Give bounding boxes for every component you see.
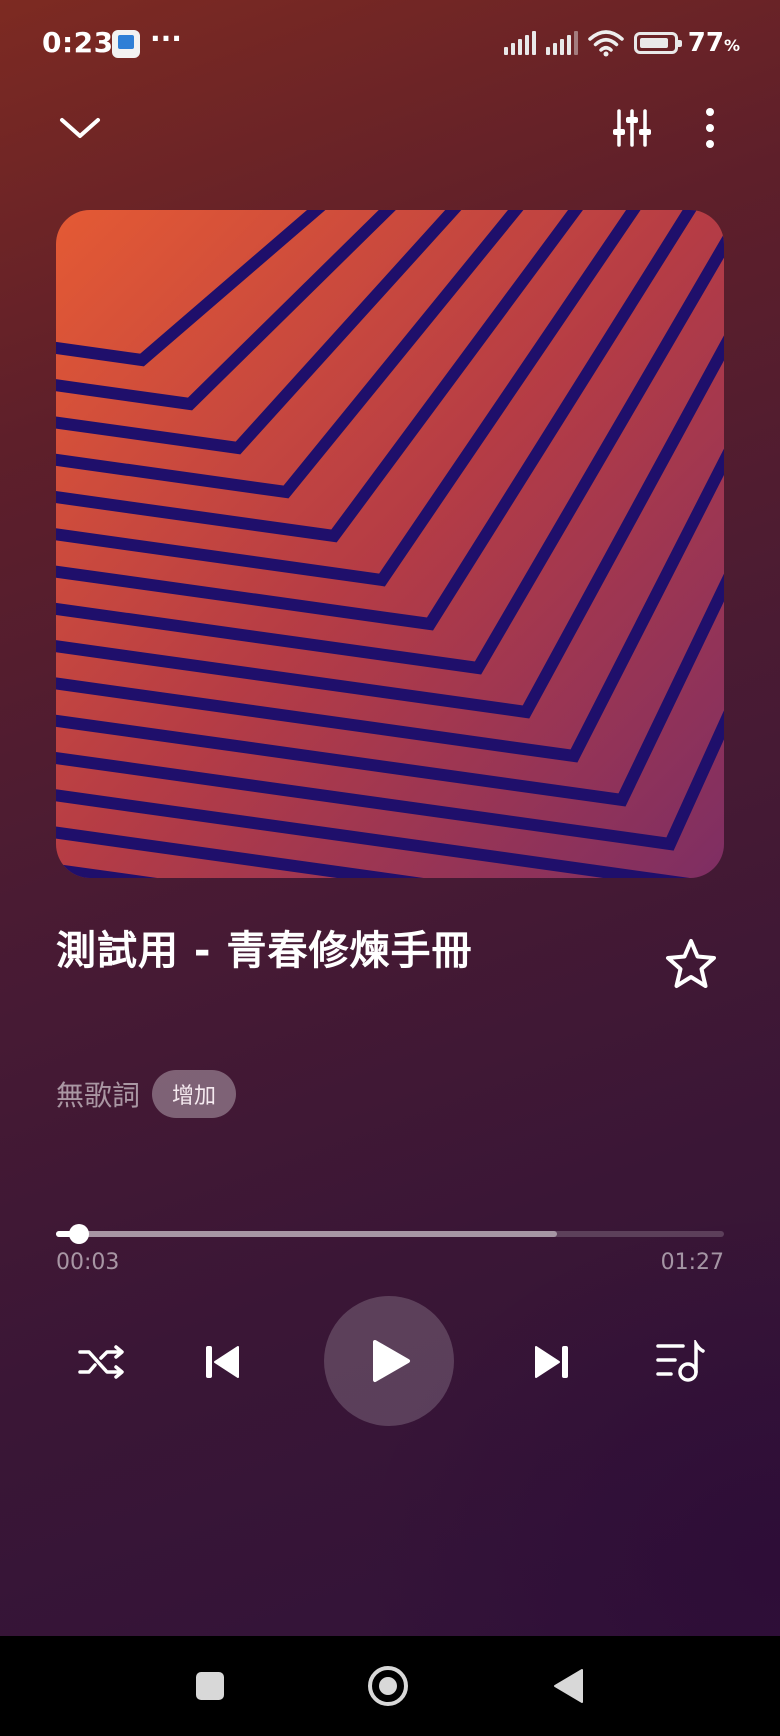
playlist-icon: [656, 1340, 705, 1382]
battery-icon: [633, 32, 682, 54]
home-button[interactable]: [360, 1658, 416, 1714]
status-time: 0:23: [42, 26, 114, 59]
more-notifications-icon: ···: [150, 22, 182, 55]
add-lyrics-button[interactable]: 增加: [152, 1070, 237, 1118]
battery-percent: 77%: [687, 28, 740, 58]
circle-icon: [368, 1666, 408, 1706]
system-nav-bar: [0, 1636, 780, 1736]
more-vertical-icon: [706, 108, 714, 148]
music-player-screen: 0:23 ··· 77% 測試用 - 青春修煉手冊 無歌詞 增加 00:03 0…: [0, 0, 780, 1736]
queue-button[interactable]: [648, 1330, 712, 1394]
buffered-progress: [56, 1231, 557, 1237]
seek-thumb[interactable]: [68, 1224, 89, 1244]
more-options-button[interactable]: [678, 96, 742, 160]
star-icon: [666, 939, 716, 988]
seek-bar[interactable]: [56, 1224, 724, 1244]
signal-2-icon: [545, 31, 578, 55]
album-art-pattern: [56, 210, 724, 878]
signal-1-icon: [503, 31, 536, 55]
total-time: 01:27: [660, 1250, 724, 1275]
square-icon: [196, 1672, 224, 1700]
app-notification-icon: [112, 30, 140, 58]
chevron-down-icon: [60, 118, 100, 138]
album-art: [56, 210, 724, 878]
shuffle-button[interactable]: [70, 1330, 134, 1394]
equalizer-button[interactable]: [600, 96, 664, 160]
favorite-button[interactable]: [662, 936, 720, 994]
recents-button[interactable]: [182, 1658, 238, 1714]
skip-previous-icon: [206, 1346, 239, 1378]
play-icon: [373, 1340, 410, 1382]
skip-next-icon: [535, 1346, 568, 1378]
collapse-button[interactable]: [48, 96, 112, 160]
play-button[interactable]: [324, 1296, 454, 1426]
current-time: 00:03: [56, 1250, 120, 1275]
wifi-icon: [588, 30, 624, 57]
track-title: 測試用 - 青春修煉手冊: [56, 928, 473, 974]
shuffle-icon: [78, 1345, 124, 1379]
next-button[interactable]: [520, 1330, 584, 1394]
equalizer-icon: [613, 109, 651, 147]
triangle-back-icon: [554, 1669, 583, 1703]
back-button[interactable]: [540, 1658, 596, 1714]
lyrics-row: 無歌詞 增加: [56, 1070, 237, 1118]
no-lyrics-label: 無歌詞: [56, 1079, 141, 1112]
previous-button[interactable]: [190, 1330, 254, 1394]
